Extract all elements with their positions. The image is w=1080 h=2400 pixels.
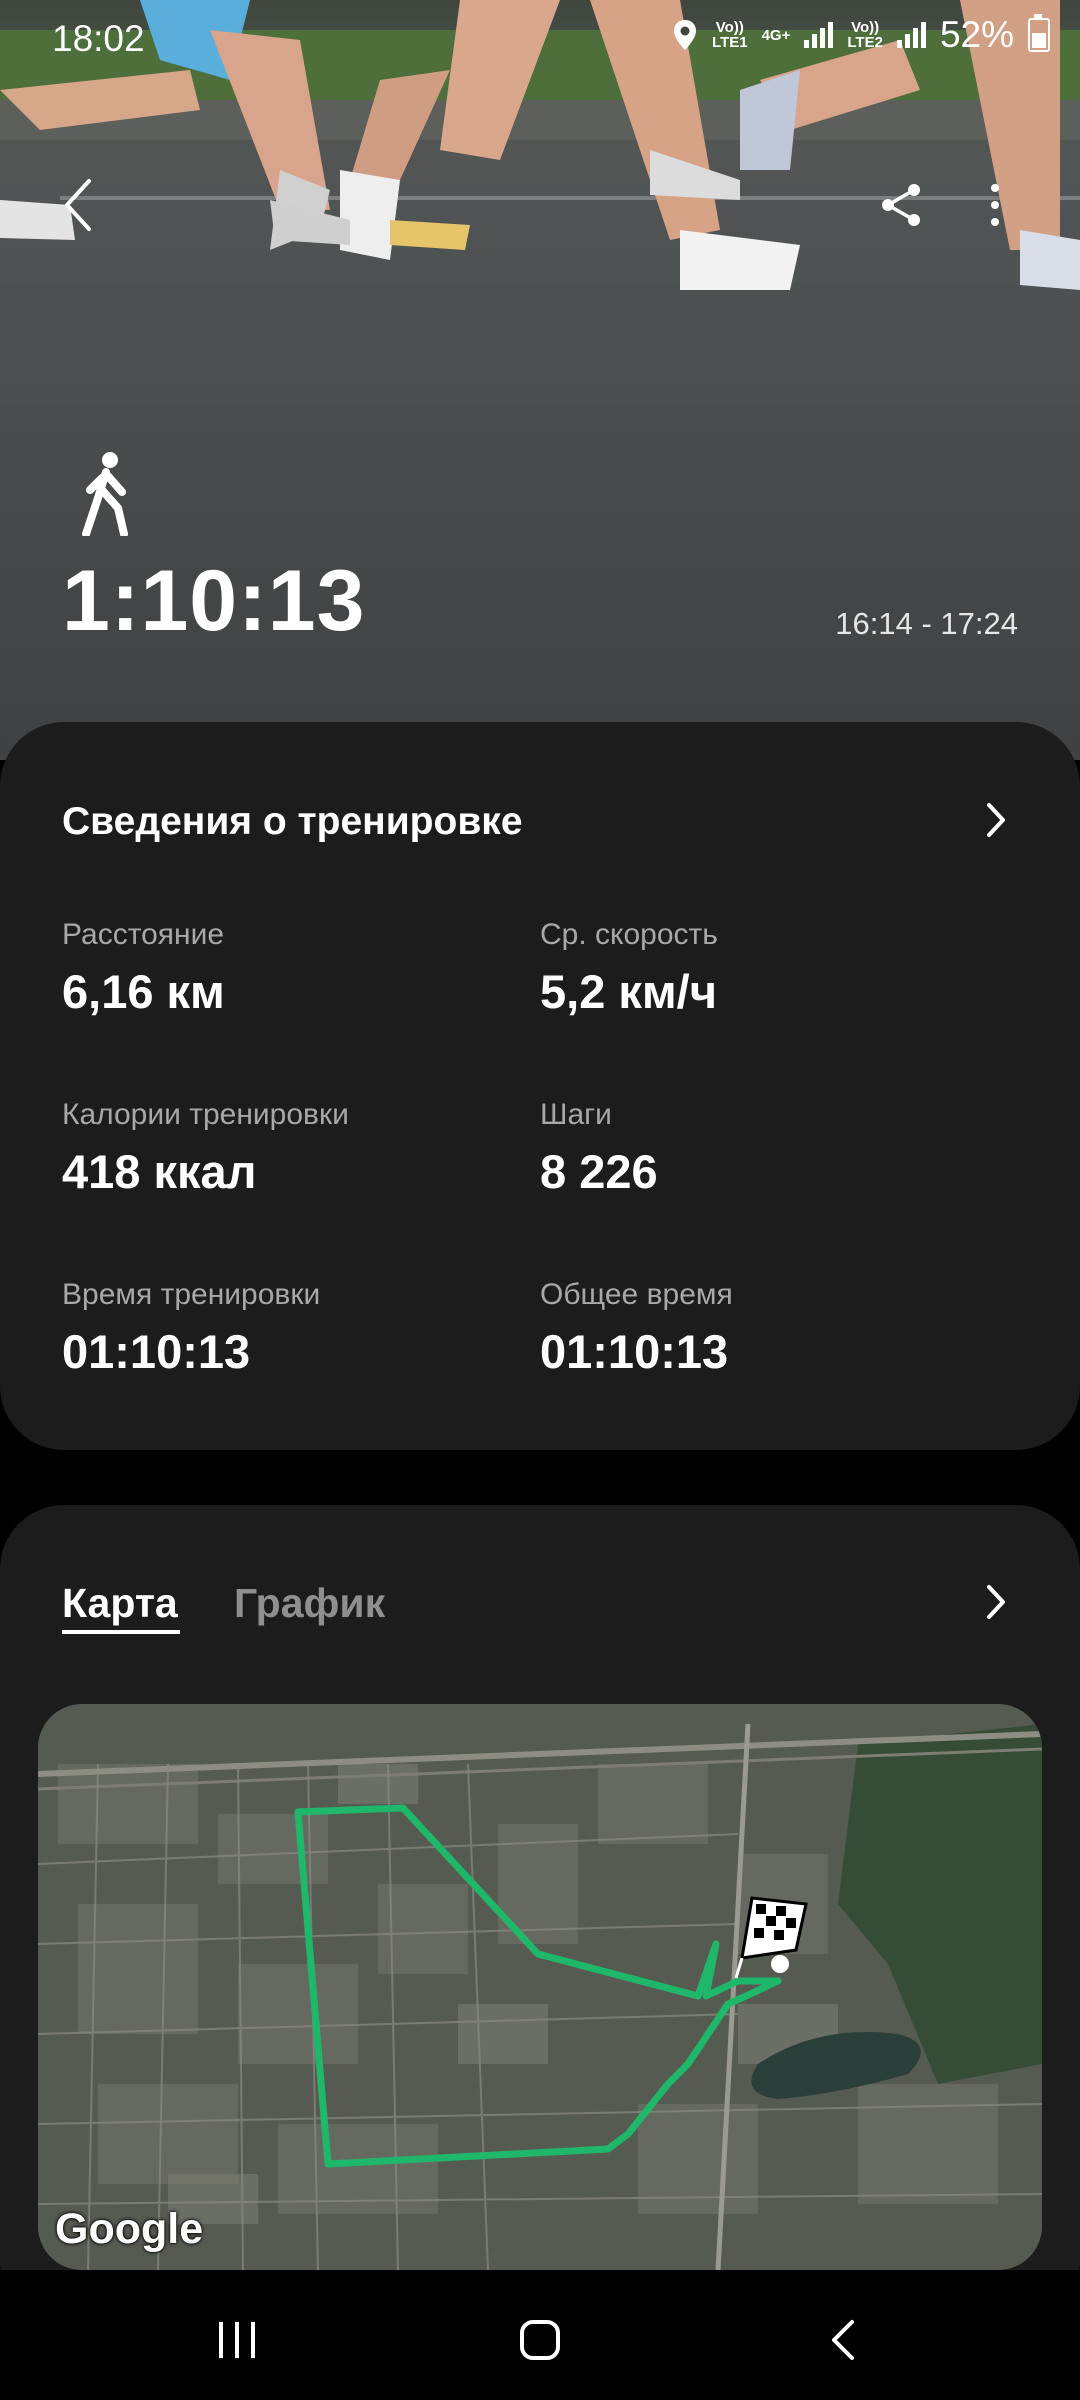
home-icon <box>520 2320 560 2360</box>
workout-time-range: 16:14 - 17:24 <box>835 606 1018 641</box>
google-attribution: Google <box>55 2205 204 2253</box>
status-time: 18:02 <box>52 18 145 59</box>
stat-label-calories: Калории тренировки <box>62 1098 349 1131</box>
network-type: 4G+ <box>761 26 791 44</box>
tab-chart[interactable]: График <box>234 1580 385 1627</box>
stat-label-total-time: Общее время <box>540 1278 733 1311</box>
sim1-indicator: Vo)) LTE1 <box>712 19 748 51</box>
stat-value-calories: 418 ккал <box>62 1145 257 1198</box>
system-back-button[interactable] <box>808 2305 878 2375</box>
stat-value-workout-time: 01:10:13 <box>62 1325 251 1378</box>
share-icon <box>882 184 920 226</box>
stat-label-workout-time: Время тренировки <box>62 1278 321 1311</box>
stat-value-distance: 6,16 км <box>62 965 225 1018</box>
more-vertical-icon <box>991 184 999 226</box>
battery-percent: 52% <box>939 14 1014 55</box>
satellite-map-image <box>38 1704 1042 2270</box>
back-button[interactable] <box>44 170 114 240</box>
chevron-right-icon <box>987 803 1005 837</box>
start-point-marker <box>771 1955 789 1973</box>
battery-icon <box>1028 14 1050 52</box>
hero-banner: 18:02 Vo)) LTE1 4G+ Vo)) LTE2 52% 1:10:13 … <box>0 0 1080 760</box>
tab-map[interactable]: Карта <box>62 1580 178 1627</box>
stat-label-steps: Шаги <box>540 1098 612 1131</box>
recent-apps-icon <box>219 2322 255 2358</box>
share-button[interactable] <box>866 170 936 240</box>
more-options-button[interactable] <box>960 170 1030 240</box>
details-chevron[interactable] <box>976 800 1016 840</box>
recent-apps-button[interactable] <box>202 2305 272 2375</box>
signal-icon-2 <box>896 22 926 48</box>
walking-person-icon <box>82 452 128 536</box>
status-bar: 18:02 Vo)) LTE1 4G+ Vo)) LTE2 52% <box>0 0 1080 80</box>
location-icon <box>674 20 697 50</box>
stat-label-distance: Расстояние <box>62 918 225 951</box>
stat-value-avg-speed: 5,2 км/ч <box>540 965 718 1018</box>
route-map[interactable] <box>38 1704 1042 2270</box>
signal-icon <box>804 22 834 48</box>
back-icon <box>832 2320 854 2360</box>
workout-details-title: Сведения о тренировке <box>62 800 523 843</box>
chevron-right-icon <box>987 1585 1005 1619</box>
status-icons: Vo)) LTE1 4G+ Vo)) LTE2 52% <box>672 14 1050 56</box>
stat-value-total-time: 01:10:13 <box>540 1325 729 1378</box>
workout-duration: 1:10:13 <box>62 553 366 649</box>
map-chevron[interactable] <box>976 1582 1016 1622</box>
stat-label-avg-speed: Ср. скорость <box>540 918 718 951</box>
back-arrow-icon <box>65 179 91 231</box>
stat-value-steps: 8 226 <box>540 1145 658 1198</box>
active-tab-indicator <box>62 1630 180 1634</box>
sim2-indicator: Vo)) LTE2 <box>847 19 883 51</box>
home-button[interactable] <box>505 2305 575 2375</box>
